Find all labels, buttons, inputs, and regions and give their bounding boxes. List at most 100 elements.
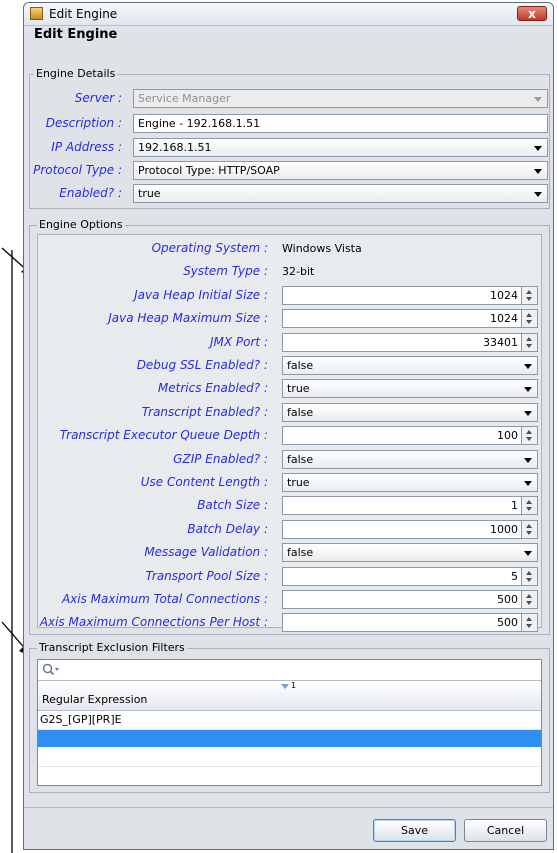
arrow-up-icon[interactable] [526, 430, 532, 434]
close-button[interactable]: x [517, 6, 547, 21]
arrow-down-icon[interactable] [526, 624, 532, 628]
filters-table: 1 Regular Expression G2S_[GP][PR]E [37, 659, 542, 786]
spinner-buttons[interactable] [521, 310, 537, 327]
spinner-buttons[interactable] [521, 521, 537, 538]
axis-max-total-connections-spinner[interactable]: 500 [282, 590, 538, 609]
axis-max-total-connections-label: Axis Maximum Total Connections : [61, 592, 268, 606]
debug-ssl-enabled-combo[interactable]: false [282, 356, 538, 375]
arrow-up-icon[interactable] [526, 500, 532, 504]
arrow-up-icon[interactable] [526, 290, 532, 294]
dialog-heading: Edit Engine [34, 27, 118, 42]
transport-pool-size-spinner[interactable]: 5 [282, 567, 538, 586]
description-field[interactable]: Engine - 192.168.1.51 [133, 114, 548, 133]
java-app-icon [30, 7, 43, 20]
java-heap-maximum-size-label: Java Heap Maximum Size : [108, 311, 268, 325]
enabled-combo[interactable]: true [133, 184, 548, 203]
arrow-down-icon[interactable] [526, 344, 532, 348]
engine-details-title: Engine Details [34, 67, 118, 80]
chevron-down-icon [524, 387, 532, 392]
use-content-length-value: true [287, 476, 310, 489]
gzip-enabled-label: GZIP Enabled? : [173, 452, 268, 466]
axis-max-connections-per-host-spinner[interactable]: 500 [282, 613, 538, 632]
chevron-down-icon [524, 551, 532, 556]
message-validation-combo[interactable]: false [282, 543, 538, 562]
chevron-down-icon [524, 364, 532, 369]
spinner-buttons[interactable] [521, 427, 537, 444]
spinner-buttons[interactable] [521, 497, 537, 514]
batch-size-spinner[interactable]: 1 [282, 496, 538, 515]
debug-ssl-enabled-label: Debug SSL Enabled? : [136, 358, 268, 372]
filter-search-bar[interactable] [38, 660, 541, 681]
protocol-type-combo[interactable]: Protocol Type: HTTP/SOAP [133, 161, 548, 180]
arrow-up-icon[interactable] [526, 337, 532, 341]
table-row-selected[interactable] [38, 730, 541, 747]
ip-address-value: 192.168.1.51 [138, 141, 212, 154]
transcript-enabled-combo[interactable]: false [282, 403, 538, 422]
spinner-buttons[interactable] [521, 591, 537, 608]
message-validation-value: false [287, 546, 314, 559]
arrow-down-icon[interactable] [526, 507, 532, 511]
java-heap-maximum-size-value: 1024 [490, 312, 518, 325]
sort-order-number: 1 [291, 681, 297, 690]
arrow-up-icon[interactable] [526, 617, 532, 621]
enabled-value: true [138, 187, 161, 200]
chevron-down-icon [524, 458, 532, 463]
server-value: Service Manager [138, 92, 231, 105]
arrow-up-icon[interactable] [526, 313, 532, 317]
arrow-up-icon[interactable] [526, 571, 532, 575]
java-heap-maximum-size-spinner[interactable]: 1024 [282, 309, 538, 328]
gzip-enabled-value: false [287, 453, 314, 466]
transcript-queue-depth-spinner[interactable]: 100 [282, 426, 538, 445]
protocol-type-label: Protocol Type : [33, 163, 122, 177]
cancel-button[interactable]: Cancel [464, 819, 547, 842]
use-content-length-combo[interactable]: true [282, 473, 538, 492]
transcript-queue-depth-label: Transcript Executor Queue Depth : [59, 428, 268, 442]
batch-delay-spinner[interactable]: 1000 [282, 520, 538, 539]
arrow-up-icon[interactable] [526, 524, 532, 528]
java-heap-initial-size-value: 1024 [490, 289, 518, 302]
title-bar: Edit Engine x [24, 3, 553, 26]
table-row[interactable]: G2S_[GP][PR]E [38, 711, 541, 730]
search-icon[interactable] [42, 663, 60, 677]
server-combo[interactable]: Service Manager [133, 89, 548, 108]
axis-max-total-connections-value: 500 [497, 593, 518, 606]
batch-delay-value: 1000 [490, 523, 518, 536]
metrics-enabled-label: Metrics Enabled? : [157, 381, 268, 395]
description-label: Description : [45, 116, 122, 130]
metrics-enabled-combo[interactable]: true [282, 379, 538, 398]
gzip-enabled-combo[interactable]: false [282, 450, 538, 469]
system-type-value: 32-bit [282, 265, 315, 278]
chevron-down-icon [534, 146, 542, 151]
save-button[interactable]: Save [373, 819, 456, 842]
spinner-buttons[interactable] [521, 568, 537, 585]
sort-ascending-icon [281, 684, 289, 689]
arrow-down-icon[interactable] [526, 437, 532, 441]
arrow-down-icon[interactable] [526, 531, 532, 535]
message-validation-label: Message Validation : [144, 545, 268, 559]
jmx-port-spinner[interactable]: 33401 [282, 333, 538, 352]
java-heap-initial-size-spinner[interactable]: 1024 [282, 286, 538, 305]
server-label: Server : [74, 91, 122, 105]
jmx-port-label: JMX Port : [209, 335, 268, 349]
ip-address-label: IP Address : [51, 140, 122, 154]
arrow-down-icon[interactable] [526, 297, 532, 301]
transport-pool-size-value: 5 [511, 570, 518, 583]
operating-system-value: Windows Vista [282, 242, 362, 255]
transcript-queue-depth-value: 100 [497, 429, 518, 442]
column-header-label: Regular Expression [42, 693, 148, 706]
arrow-down-icon[interactable] [526, 578, 532, 582]
chevron-down-icon [534, 169, 542, 174]
spinner-buttons[interactable] [521, 334, 537, 351]
ip-address-combo[interactable]: 192.168.1.51 [133, 138, 548, 157]
arrow-up-icon[interactable] [526, 594, 532, 598]
arrow-down-icon[interactable] [526, 601, 532, 605]
arrow-down-icon[interactable] [526, 320, 532, 324]
axis-max-connections-per-host-label: Axis Maximum Connections Per Host : [39, 615, 268, 629]
spinner-buttons[interactable] [521, 614, 537, 631]
engine-options-title: Engine Options [37, 218, 125, 231]
use-content-length-label: Use Content Length : [140, 475, 268, 489]
column-header-regex[interactable]: 1 Regular Expression [38, 681, 541, 711]
operating-system-label: Operating System : [151, 241, 268, 255]
table-cell: G2S_[GP][PR]E [40, 713, 122, 726]
spinner-buttons[interactable] [521, 287, 537, 304]
